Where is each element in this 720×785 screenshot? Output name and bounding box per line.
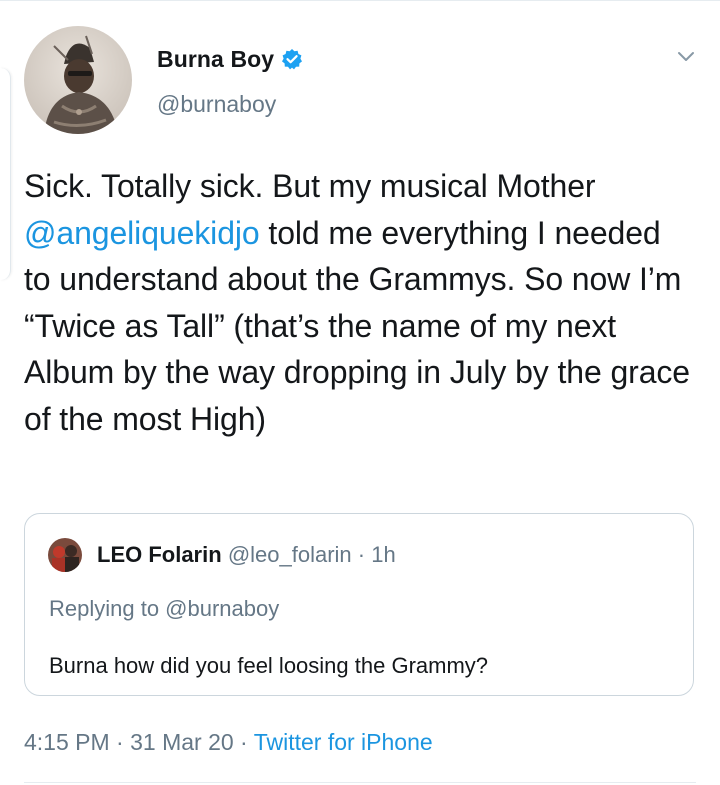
top-divider: [0, 0, 720, 1]
quoted-author-avatar: [48, 538, 82, 572]
author-name-row[interactable]: Burna Boy: [157, 44, 303, 74]
author-handle[interactable]: @burnaboy: [157, 91, 276, 118]
bottom-divider: [24, 782, 696, 783]
meta-separator: ·: [233, 729, 254, 755]
quoted-text: Burna how did you feel loosing the Gramm…: [49, 653, 489, 678]
quoted-replying-to: Replying to @burnaboy: [49, 596, 280, 621]
quoted-handle: @leo_folarin: [227, 542, 352, 567]
tweet-date: 31 Mar 20: [130, 729, 234, 755]
quoted-header: LEO Folarin @leo_folarin · 1h: [97, 540, 396, 570]
tweet-meta: 4:15 PM · 31 Mar 20 · Twitter for iPhone: [24, 726, 433, 758]
tweet-source-link[interactable]: Twitter for iPhone: [254, 729, 433, 755]
chevron-down-icon[interactable]: [674, 44, 698, 68]
tweet-detail: Burna Boy @burnaboy Sick. Totally sick. …: [0, 0, 720, 785]
tweet-text-part1: Sick. Totally sick. But my musical Mothe…: [24, 168, 596, 204]
quoted-age: 1h: [371, 542, 396, 567]
verified-badge-icon: [281, 48, 303, 70]
tweet-text: Sick. Totally sick. But my musical Mothe…: [24, 163, 694, 442]
mention-link[interactable]: @angeliquekidjo: [24, 215, 260, 251]
tweet-time: 4:15 PM: [24, 729, 110, 755]
quoted-separator: ·: [351, 542, 372, 567]
meta-separator: ·: [109, 729, 131, 755]
scroll-edge: [0, 68, 11, 280]
quoted-tweet-card[interactable]: LEO Folarin @leo_folarin · 1h Replying t…: [24, 513, 694, 696]
author-display-name[interactable]: Burna Boy: [157, 46, 274, 73]
author-avatar[interactable]: [24, 26, 132, 134]
quoted-display-name: LEO Folarin: [97, 542, 222, 567]
